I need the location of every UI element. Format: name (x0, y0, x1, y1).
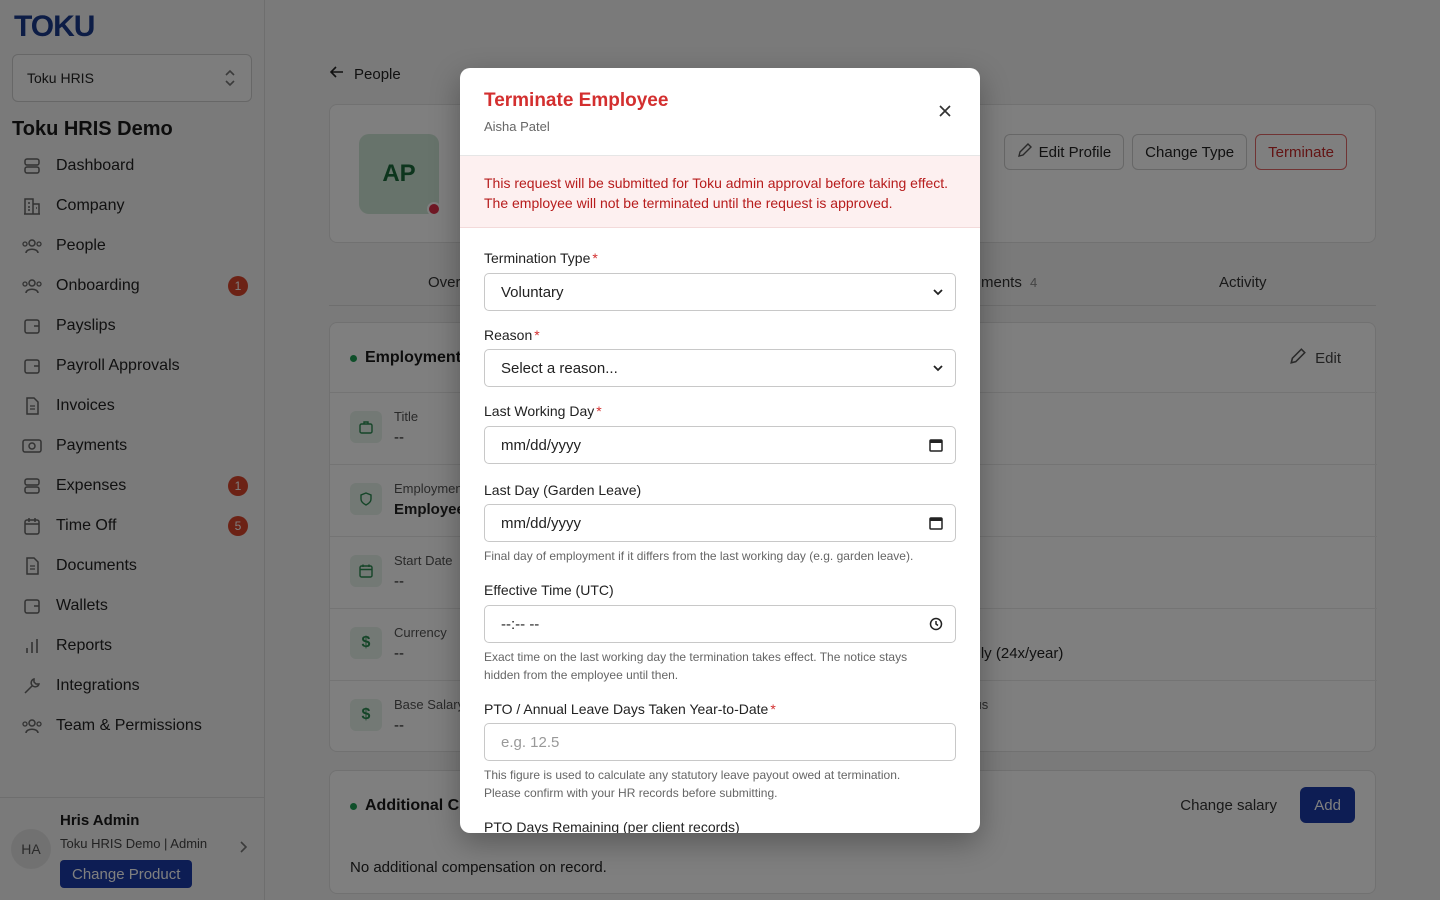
termination-type-label: Termination Type * (484, 250, 598, 266)
garden-leave-hint: Final day of employment if it differs fr… (484, 549, 914, 563)
calendar-icon[interactable] (929, 438, 943, 452)
alert-line: This request will be submitted for Toku … (484, 175, 949, 191)
select-value: Voluntary (501, 283, 564, 301)
effective-time-hint: Exact time on the last working day the t… (484, 648, 954, 684)
approval-alert: This request will be submitted for Toku … (460, 156, 980, 228)
pto-taken-hint: This figure is used to calculate any sta… (484, 766, 954, 802)
hint-line: This figure is used to calculate any sta… (484, 768, 901, 782)
pto-remaining-label: PTO Days Remaining (per client records) (484, 819, 740, 833)
label-text: PTO / Annual Leave Days Taken Year-to-Da… (484, 701, 769, 717)
chevron-down-icon (933, 285, 943, 299)
terminate-employee-modal: Terminate Employee Aisha Patel This requ… (460, 68, 980, 833)
chevron-down-icon (933, 361, 943, 375)
required-marker: * (534, 327, 540, 343)
hint-line: Please confirm with your HR records befo… (484, 786, 778, 800)
reason-label: Reason * (484, 327, 540, 343)
date-value: mm/dd/yyyy (501, 436, 582, 454)
date-value: mm/dd/yyyy (501, 514, 582, 532)
required-marker: * (770, 701, 776, 717)
hint-line: Exact time on the last working day the t… (484, 650, 908, 664)
garden-leave-input[interactable]: mm/dd/yyyy (484, 504, 956, 542)
last-working-day-label: Last Working Day * (484, 403, 602, 419)
pto-taken-input[interactable]: e.g. 12.5 (484, 723, 956, 761)
hint-line: hidden from the employee until then. (484, 668, 679, 682)
label-text: Reason (484, 327, 533, 343)
last-working-day-input[interactable]: mm/dd/yyyy (484, 426, 956, 464)
effective-time-label: Effective Time (UTC) (484, 582, 614, 598)
termination-type-select[interactable]: Voluntary (484, 273, 956, 311)
pto-taken-label: PTO / Annual Leave Days Taken Year-to-Da… (484, 701, 776, 717)
input-placeholder: e.g. 12.5 (501, 733, 560, 751)
modal-title: Terminate Employee (484, 90, 669, 111)
label-text: Last Day (Garden Leave) (484, 482, 642, 498)
modal-header: Terminate Employee Aisha Patel (460, 68, 980, 156)
effective-time-input[interactable]: --:-- -- (484, 605, 956, 643)
calendar-icon[interactable] (929, 516, 943, 530)
reason-select[interactable]: Select a reason... (484, 349, 956, 387)
garden-leave-label: Last Day (Garden Leave) (484, 482, 641, 498)
modal-subtitle: Aisha Patel (484, 119, 550, 134)
required-marker: * (592, 250, 598, 266)
label-text: Effective Time (UTC) (484, 582, 614, 598)
label-text: Last Working Day (484, 403, 595, 419)
alert-line: The employee will not be terminated unti… (484, 195, 893, 211)
label-text: Termination Type (484, 250, 591, 266)
time-value: --:-- -- (501, 615, 540, 633)
select-value: Select a reason... (501, 359, 618, 377)
close-icon[interactable] (936, 102, 954, 120)
required-marker: * (596, 403, 602, 419)
label-text: PTO Days Remaining (per client records) (484, 819, 740, 833)
clock-icon[interactable] (929, 617, 943, 631)
